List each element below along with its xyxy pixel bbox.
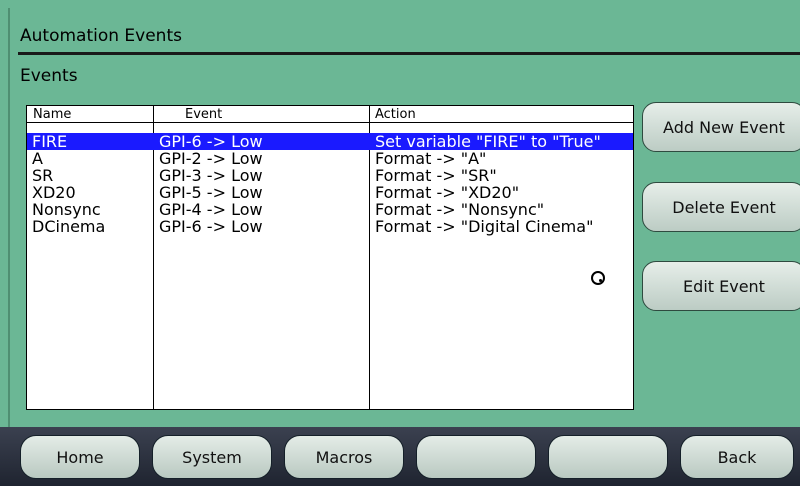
cell-action: Format -> "Nonsync" xyxy=(375,200,545,219)
macros-button[interactable]: Macros xyxy=(284,435,404,479)
empty-button-1[interactable] xyxy=(416,435,536,479)
cell-event: GPI-6 -> Low xyxy=(159,217,263,236)
cell-event: GPI-5 -> Low xyxy=(159,183,263,202)
section-title: Events xyxy=(20,66,78,86)
cell-name: A xyxy=(32,149,43,168)
edit-event-button[interactable]: Edit Event xyxy=(642,261,800,311)
cell-event: GPI-6 -> Low xyxy=(159,132,263,151)
table-row[interactable]: A GPI-2 -> Low Format -> "A" xyxy=(27,150,633,167)
cell-action: Format -> "Digital Cinema" xyxy=(375,217,594,236)
home-button[interactable]: Home xyxy=(20,435,140,479)
table-row[interactable]: SR GPI-3 -> Low Format -> "SR" xyxy=(27,167,633,184)
cell-name: DCinema xyxy=(32,217,106,236)
cell-action: Format -> "XD20" xyxy=(375,183,520,202)
cell-action: Format -> "SR" xyxy=(375,166,497,185)
table-row[interactable]: XD20 GPI-5 -> Low Format -> "XD20" xyxy=(27,184,633,201)
cell-name: Nonsync xyxy=(32,200,101,219)
table-row[interactable]: FIRE GPI-6 -> Low Set variable "FIRE" to… xyxy=(27,133,633,150)
empty-button-2[interactable] xyxy=(548,435,668,479)
back-button[interactable]: Back xyxy=(680,435,794,479)
cell-event: GPI-3 -> Low xyxy=(159,166,263,185)
cell-action: Format -> "A" xyxy=(375,149,487,168)
cell-event: GPI-4 -> Low xyxy=(159,200,263,219)
title-divider xyxy=(18,52,800,55)
events-table[interactable]: Name Event Action FIRE GPI-6 -> Low Set … xyxy=(26,105,634,410)
page-title: Automation Events xyxy=(20,26,182,46)
column-header-action[interactable]: Action xyxy=(369,106,633,123)
bottom-nav-bar: Home System Macros Back xyxy=(0,427,800,486)
column-header-name[interactable]: Name xyxy=(27,106,153,123)
table-row[interactable]: Nonsync GPI-4 -> Low Format -> "Nonsync" xyxy=(27,201,633,218)
delete-event-button[interactable]: Delete Event xyxy=(642,182,800,232)
busy-cursor-icon xyxy=(591,271,605,285)
cell-name: SR xyxy=(32,166,54,185)
system-button[interactable]: System xyxy=(152,435,272,479)
add-new-event-button[interactable]: Add New Event xyxy=(642,102,800,152)
cell-event: GPI-2 -> Low xyxy=(159,149,263,168)
table-row[interactable]: DCinema GPI-6 -> Low Format -> "Digital … xyxy=(27,218,633,235)
cell-name: XD20 xyxy=(32,183,76,202)
cell-name: FIRE xyxy=(32,132,68,151)
cell-action: Set variable "FIRE" to "True" xyxy=(375,132,601,151)
column-header-event[interactable]: Event xyxy=(153,106,369,123)
